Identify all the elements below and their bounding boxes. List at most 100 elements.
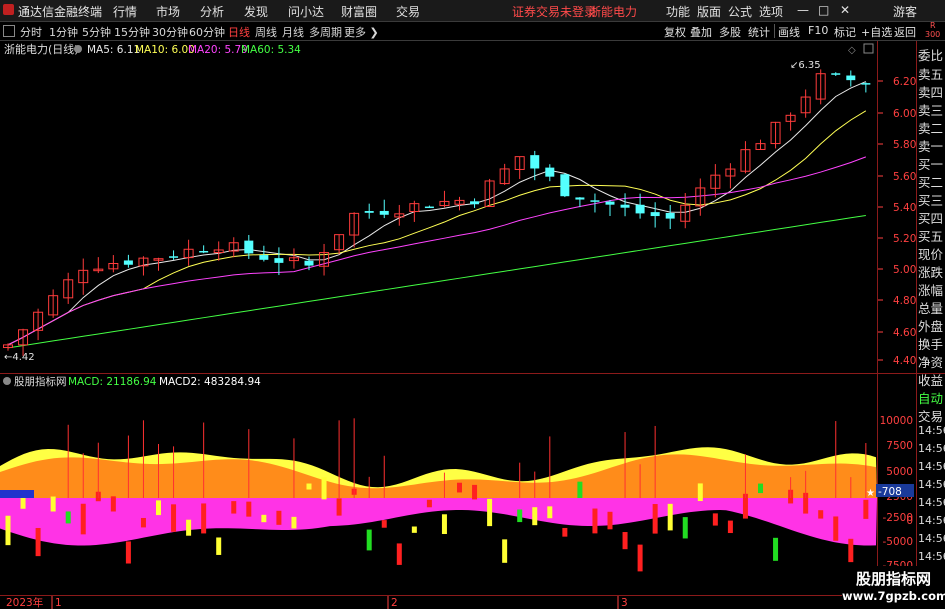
indicator-tick: 7500	[886, 440, 913, 452]
period-tab-multi[interactable]: 多周期	[309, 24, 342, 40]
menu-analysis[interactable]: 分析	[200, 3, 224, 20]
overlay-button[interactable]: 叠加	[690, 24, 712, 40]
low-price-label: ←4.42	[4, 352, 35, 363]
menu-discover[interactable]: 发现	[244, 3, 268, 20]
sidebar-item-ask2[interactable]: 卖二	[918, 118, 945, 137]
sidebar-item-order-ratio[interactable]: 委比	[918, 45, 945, 64]
period-tab-intraday[interactable]: 分时	[20, 24, 42, 40]
tick-time: 14:56	[918, 496, 945, 509]
menu-trade[interactable]: 交易	[396, 3, 420, 20]
period-tab-daily[interactable]: 日线	[228, 24, 250, 40]
indicator-bar	[381, 520, 387, 528]
more-periods-button[interactable]: 更多 ❯	[344, 24, 379, 40]
trade-login-status[interactable]: 证券交易未登录	[512, 3, 596, 20]
indicator-settings-icon[interactable]	[3, 377, 11, 385]
sidebar-item-ask4[interactable]: 卖四	[918, 82, 945, 101]
menu-ask-xiaoda[interactable]: 问小达	[288, 3, 324, 20]
indicator-tick-neg2500: -2500	[882, 512, 913, 524]
menu-layout[interactable]: 版面	[697, 3, 721, 20]
kline-chart-area[interactable]: 浙能电力(日线) MA5: 6.11 MA10: 6.00 MA20: 5.79…	[0, 41, 945, 609]
period-tab-60min[interactable]: 60分钟	[189, 24, 225, 40]
indicator-bar	[246, 501, 252, 517]
period-tab-monthly[interactable]: 月线	[282, 24, 304, 40]
menu-options[interactable]: 选项	[759, 3, 783, 20]
mark-button[interactable]: 标记	[834, 24, 856, 40]
sidebar-item-bid5[interactable]: 买五	[918, 226, 945, 245]
draw-line-button[interactable]: 画线	[778, 24, 800, 40]
period-tab-weekly[interactable]: 周线	[255, 24, 277, 40]
chart-icon	[3, 25, 15, 37]
sidebar-item-bid2[interactable]: 买二	[918, 172, 945, 191]
indicator-bar	[396, 543, 402, 565]
sidebar-item-ask3[interactable]: 卖三	[918, 100, 945, 119]
indicator-bar	[321, 477, 327, 500]
sidebar-item-earnings[interactable]: 收益	[918, 370, 945, 389]
moving-average-lines	[7, 81, 867, 349]
tick-time: 14:56	[918, 460, 945, 473]
adjust-rights-button[interactable]: 复权	[664, 24, 686, 40]
indicator-bar	[622, 532, 628, 550]
period-tab-5min[interactable]: 5分钟	[82, 24, 111, 40]
settings-dot-icon[interactable]	[74, 45, 82, 53]
f10-button[interactable]: F10	[808, 24, 828, 37]
candle-down	[244, 240, 254, 254]
price-tick: 4.80	[893, 295, 916, 307]
menu-market-quotes[interactable]: 行情	[113, 3, 137, 20]
panel-toggle-icon[interactable]	[863, 43, 874, 54]
candle-down	[470, 201, 480, 205]
candle-down	[650, 212, 660, 217]
sidebar-item-outer-volume[interactable]: 外盘	[918, 316, 945, 335]
sidebar-item-net-assets[interactable]: 净资	[918, 352, 945, 371]
period-tab-30min[interactable]: 30分钟	[152, 24, 188, 40]
sidebar-item-ask5[interactable]: 卖五	[918, 64, 945, 83]
add-watchlist-button[interactable]: +自选	[861, 24, 892, 40]
indicator-bar	[637, 544, 643, 572]
period-tab-1min[interactable]: 1分钟	[49, 24, 78, 40]
sidebar-trade[interactable]: 交易	[918, 406, 945, 425]
multi-stock-button[interactable]: 多股	[719, 24, 741, 40]
diamond-icon[interactable]: ◇	[848, 45, 856, 56]
maximize-icon[interactable]: □	[818, 3, 829, 17]
sidebar-item-bid1[interactable]: 买一	[918, 154, 945, 173]
close-icon[interactable]: ✕	[840, 3, 850, 17]
sidebar-auto[interactable]: 自动	[918, 388, 945, 407]
indicator-bar	[863, 499, 869, 519]
price-tick: 6.20	[893, 76, 916, 88]
indicator-bar	[607, 511, 613, 530]
candle-down	[364, 211, 374, 213]
app-icon	[3, 4, 14, 15]
sidebar-item-change-pct[interactable]: 涨幅	[918, 280, 945, 299]
indicator-bar	[171, 504, 177, 532]
indicator-bar	[216, 537, 222, 555]
ma5-label: MA5: 6.11	[87, 44, 140, 56]
candle-down	[274, 258, 284, 263]
indicator-bar	[773, 537, 779, 561]
sidebar-item-volume[interactable]: 总量	[918, 298, 945, 317]
period-tab-15min[interactable]: 15分钟	[114, 24, 150, 40]
indicator-bar	[667, 503, 673, 531]
menu-formula[interactable]: 公式	[728, 3, 752, 20]
sidebar-item-turnover[interactable]: 换手	[918, 334, 945, 353]
corner-300: 300	[925, 30, 941, 39]
indicator-bar	[276, 510, 282, 525]
indicator-bar	[472, 484, 478, 500]
sidebar-item-price[interactable]: 现价	[918, 244, 945, 263]
menu-markets[interactable]: 市场	[156, 3, 180, 20]
statistics-button[interactable]: 统计	[748, 24, 770, 40]
sidebar-item-bid4[interactable]: 买四	[918, 208, 945, 227]
sidebar-item-bid3[interactable]: 买三	[918, 190, 945, 209]
guest-user[interactable]: 游客	[893, 3, 917, 20]
minimize-icon[interactable]: —	[797, 3, 809, 17]
indicator-tick: 10000	[880, 415, 913, 427]
current-stock-name: 浙能电力	[589, 5, 638, 19]
chevron-right-icon: ❯	[366, 26, 379, 39]
candle-down	[831, 73, 841, 75]
star-icon: ★	[866, 488, 875, 499]
sidebar-item-change[interactable]: 涨跌	[918, 262, 945, 281]
menu-wealth-circle[interactable]: 财富圈	[341, 3, 377, 20]
back-button[interactable]: 返回	[894, 24, 916, 40]
candle-down	[635, 204, 645, 214]
indicator-bar	[65, 511, 71, 524]
menu-functions[interactable]: 功能	[666, 3, 690, 20]
sidebar-item-ask1[interactable]: 卖一	[918, 136, 945, 155]
